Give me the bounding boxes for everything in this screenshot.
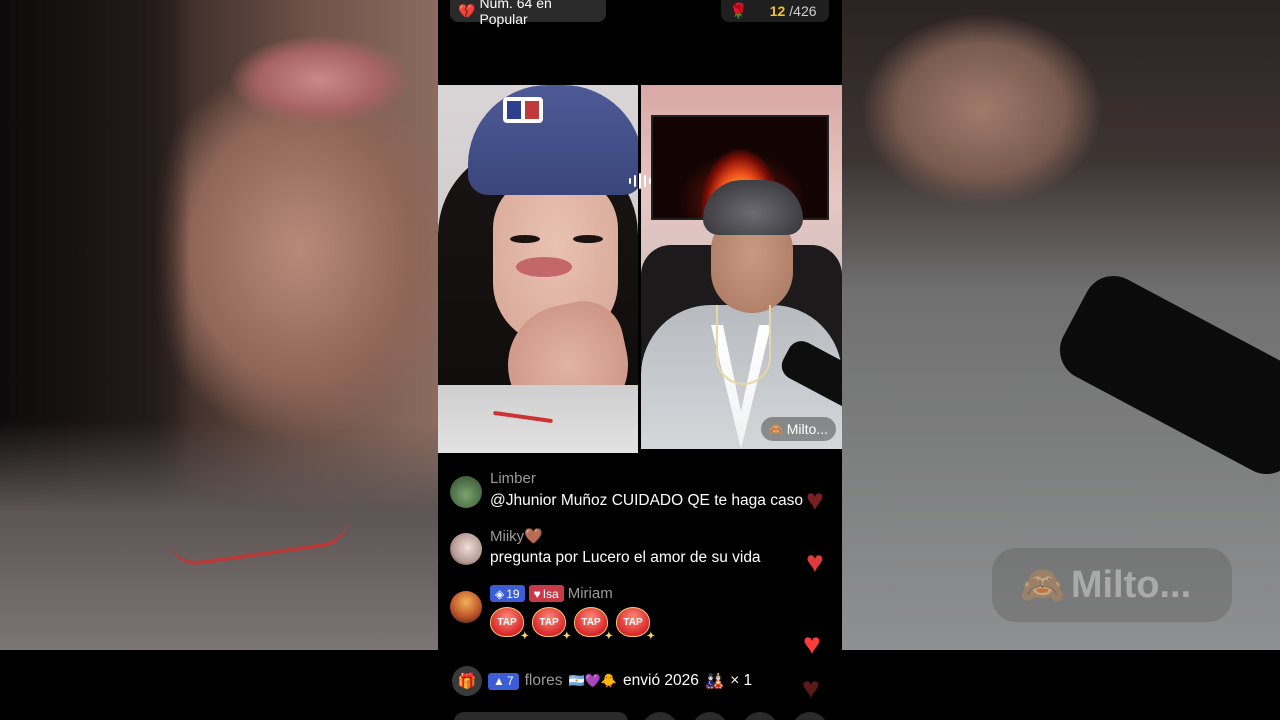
gift-box-icon[interactable]: 🎁 xyxy=(452,666,482,696)
avatar[interactable] xyxy=(450,533,482,565)
blurred-name-text: Milto... xyxy=(1070,563,1192,606)
blurred-background-right: 🙈 Milto... xyxy=(842,0,1280,650)
split-video-area: 🙈 Milto... xyxy=(438,85,842,453)
guest-eye-left xyxy=(510,235,540,243)
level-badge[interactable]: ◈ 19 xyxy=(490,585,525,602)
monkey-emoji-icon: 🙈 xyxy=(1020,564,1065,605)
level-number: 7 xyxy=(506,674,514,688)
gift-action-text: envió 2026 xyxy=(623,672,699,689)
action-button[interactable] xyxy=(792,712,828,720)
host-video[interactable]: 🙈 Milto... xyxy=(641,85,842,449)
chat-username[interactable]: Miiky🤎 xyxy=(490,527,543,545)
action-button[interactable] xyxy=(742,712,778,720)
cap-logo xyxy=(503,97,543,123)
bottom-action-bar xyxy=(438,708,842,720)
blurred-name-tag: 🙈 Milto... xyxy=(992,548,1232,622)
host-hair xyxy=(703,180,803,235)
triangle-icon: ▲ xyxy=(493,674,505,688)
floating-heart-icon: ♥ xyxy=(802,672,820,705)
level-number: 19 xyxy=(506,586,520,601)
host-name: Milto... xyxy=(786,421,828,437)
host-necklace xyxy=(716,305,771,385)
audio-level-icon[interactable] xyxy=(629,173,651,189)
chat-text: @Jhunior Muñoz CUIDADO QE te haga caso xyxy=(490,492,803,509)
rose-count-pill[interactable]: 🌹 12 /426 xyxy=(721,0,829,22)
avatar[interactable] xyxy=(450,476,482,508)
rose-icon: 🌹 xyxy=(729,3,748,20)
gift-notification[interactable]: 🎁 ▲ 7 flores 🇦🇷💜🐥 envió 2026 🎎 × 1 xyxy=(452,666,792,696)
floating-heart-icon: ♥ xyxy=(806,484,824,517)
gift-emoji-icon: 🎎 xyxy=(704,672,725,690)
tap-sticker: TAP xyxy=(532,607,571,642)
guest-cap xyxy=(468,85,638,195)
blurred-microphone xyxy=(1049,265,1280,485)
tap-sticker: TAP xyxy=(574,607,613,642)
fan-club-badge[interactable]: ♥ Isa xyxy=(528,585,564,602)
tap-sticker: TAP xyxy=(616,607,655,642)
gift-multiplier: × 1 xyxy=(730,672,753,689)
chat-text: pregunta por Lucero el amor de su vida xyxy=(490,549,761,566)
gift-sender-name[interactable]: flores xyxy=(525,672,563,690)
monkey-emoji-icon: 🙈 xyxy=(768,422,784,436)
diamond-icon: ◈ xyxy=(495,586,505,601)
host-name-tag[interactable]: 🙈 Milto... xyxy=(760,417,836,441)
tap-stickers: TAP TAP TAP TAP xyxy=(490,607,655,642)
avatar[interactable] xyxy=(450,591,482,623)
popular-rank-pill[interactable]: 💔 Núm. 64 en Popular xyxy=(450,0,606,27)
guest-lips xyxy=(516,257,572,277)
guest-eye-right xyxy=(573,235,603,243)
heart-icon: ♥ xyxy=(533,586,541,601)
action-button[interactable] xyxy=(692,712,728,720)
screen: 🙈 Milto... 💔 Núm. 64 en Popular 🌹 12 /42… xyxy=(0,0,1280,720)
rose-count-total: /426 xyxy=(789,3,817,19)
sender-emojis: 🇦🇷💜🐥 xyxy=(568,673,618,688)
chat-username[interactable]: Miriam xyxy=(568,585,613,602)
floating-heart-icon: ♥ xyxy=(806,546,824,579)
live-stream-view: 💔 Núm. 64 en Popular 🌹 12 /426 🙈 Milto..… xyxy=(438,0,842,720)
broken-heart-icon: 💔 xyxy=(458,2,476,19)
fan-club-name: Isa xyxy=(542,586,559,601)
comment-input[interactable] xyxy=(454,712,628,720)
popular-rank-label: Núm. 64 en Popular xyxy=(479,0,552,27)
chat-username[interactable]: Limber xyxy=(490,470,536,487)
floating-heart-icon: ♥ xyxy=(803,628,821,661)
chat-user-row: ◈ 19 ♥ Isa Miriam xyxy=(490,585,613,602)
level-badge[interactable]: ▲ 7 xyxy=(488,672,519,690)
guest-video[interactable] xyxy=(438,85,638,453)
blurred-background-left xyxy=(0,0,438,650)
tap-sticker: TAP xyxy=(490,607,529,642)
rose-count-current: 12 xyxy=(769,3,786,19)
action-button[interactable] xyxy=(642,712,678,720)
